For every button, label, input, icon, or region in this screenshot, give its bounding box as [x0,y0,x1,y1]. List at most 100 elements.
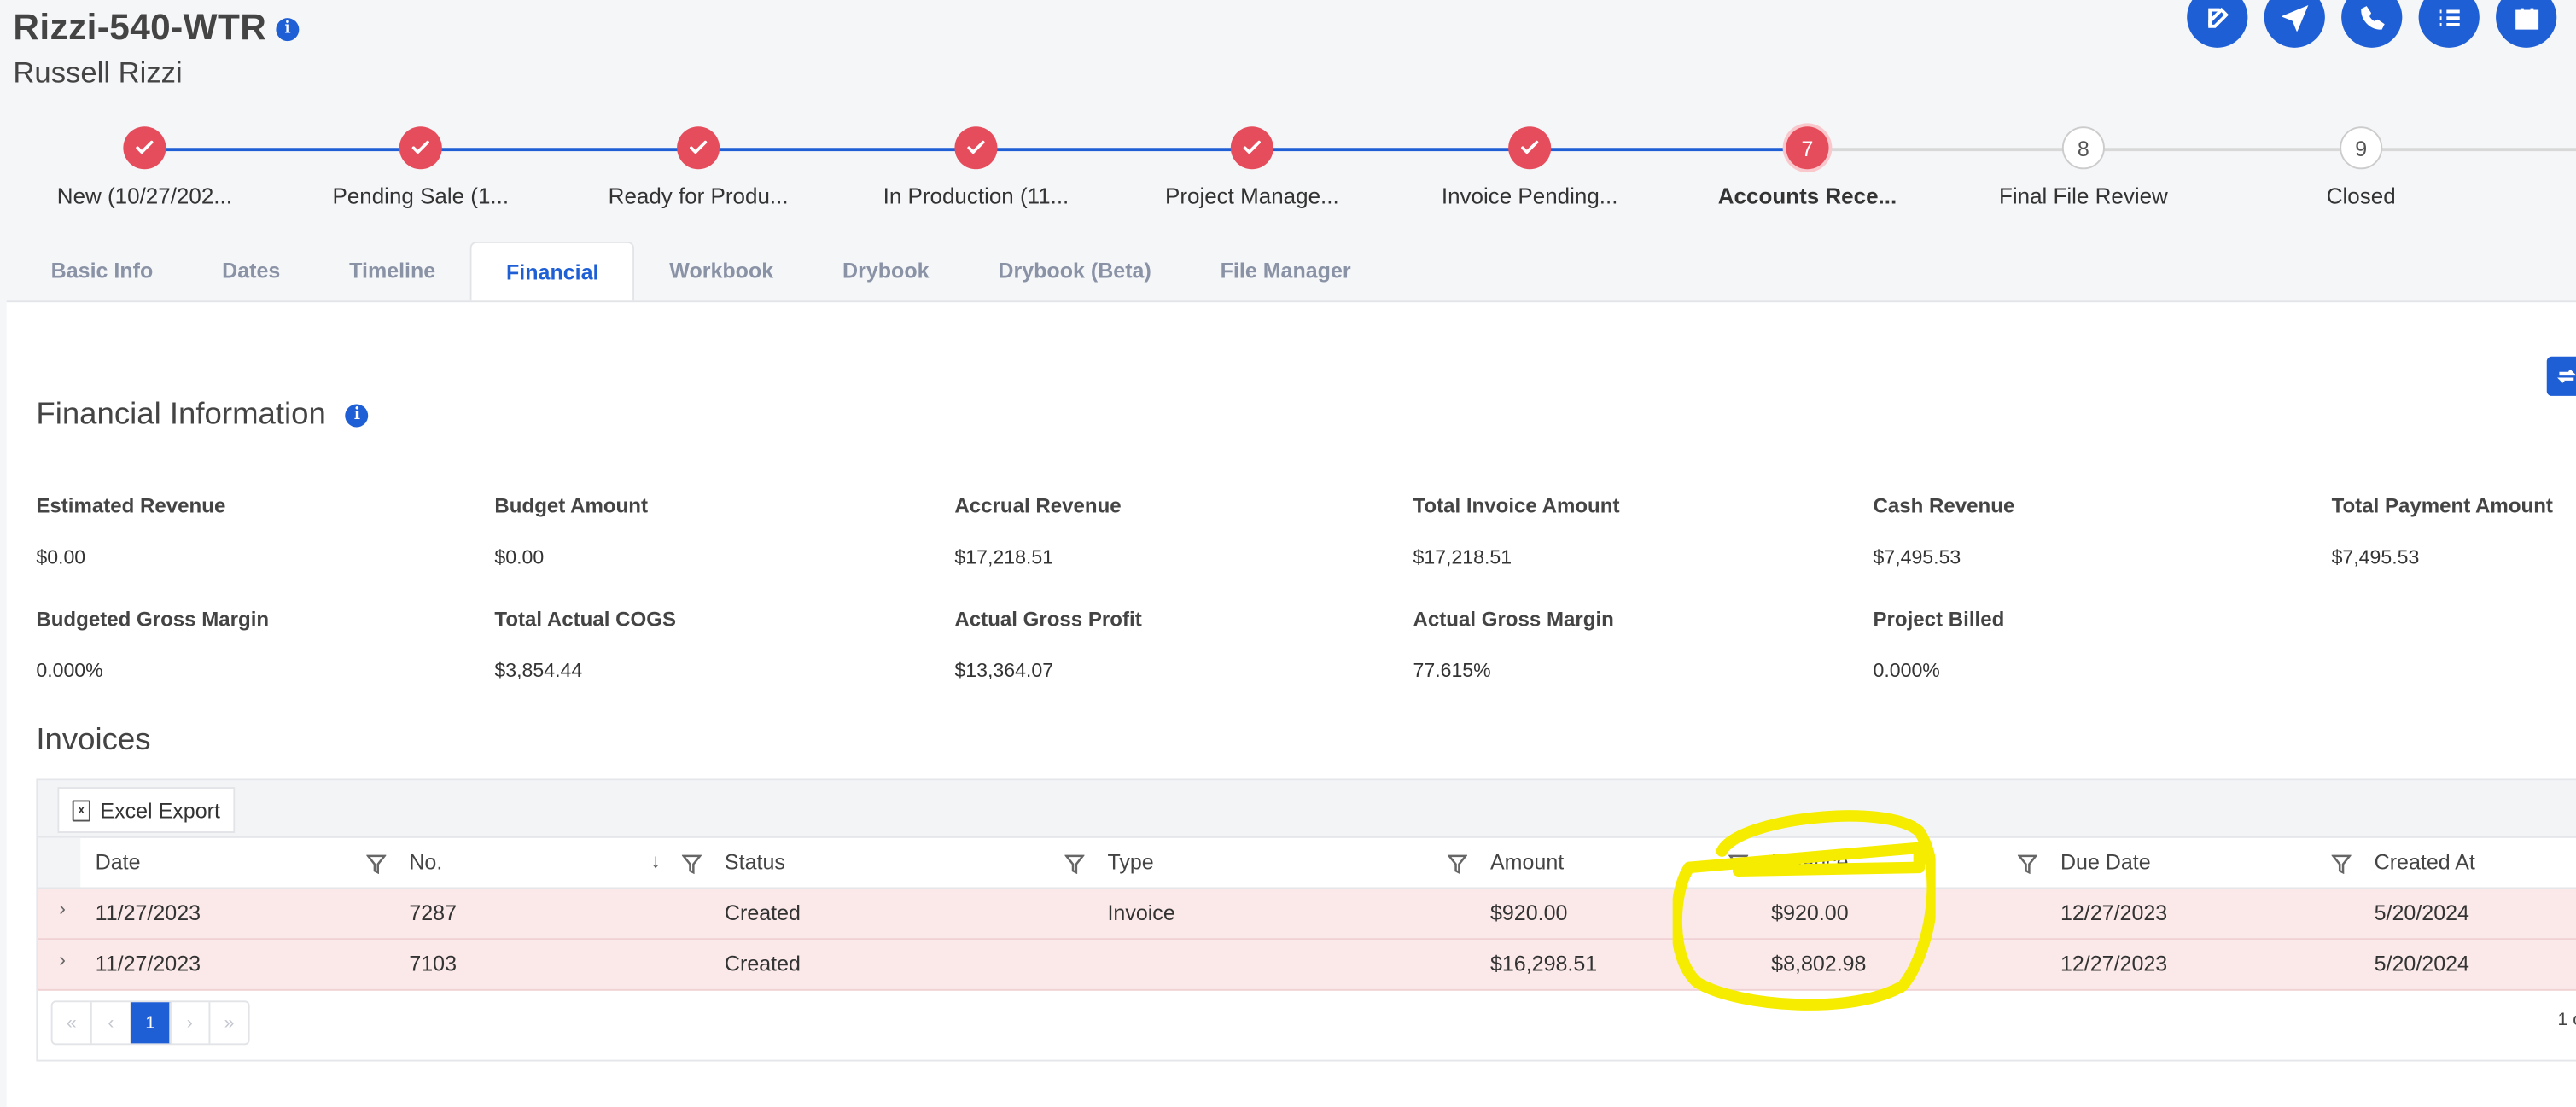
step-5[interactable]: Project Manage... [1114,125,1390,208]
metric-budgeted-gross-margin: Budgeted Gross Margin 0.000% [36,608,480,682]
filter-icon[interactable] [366,854,386,874]
column-header-type[interactable]: Type [1107,849,1153,874]
table-row[interactable]: › 11/27/2023 7287 Created Invoice $920.0… [38,889,2576,940]
filter-icon[interactable] [2332,854,2352,874]
step-7[interactable]: 7Accounts Rece... [1670,125,1945,208]
phone-button[interactable] [2341,0,2402,48]
cell-no: 7103 [409,952,457,976]
pager-last-button[interactable]: » [210,1002,248,1043]
metric-label: Total Actual COGS [494,608,938,631]
column-header-due-date[interactable]: Due Date [2060,849,2151,874]
send-button[interactable] [2264,0,2325,48]
metric-label: Project Billed [1874,608,2317,631]
tab-timeline[interactable]: Timeline [315,242,470,300]
metric-accrual-revenue: Accrual Revenue $17,218.51 [954,494,1398,568]
checkmark-icon [399,126,442,169]
calendar-button[interactable] [2496,0,2556,48]
metric-estimated-revenue: Estimated Revenue $0.00 [36,494,480,568]
metric-value: $17,218.51 [1413,545,1857,568]
step-1[interactable]: New (10/27/202... [7,125,283,208]
tab-drybook-beta[interactable]: Drybook (Beta) [964,242,1186,300]
column-header-amount[interactable]: Amount [1490,849,1564,874]
metric-project-billed: Project Billed 0.000% [1874,608,2317,682]
filter-icon[interactable] [682,854,702,874]
metric-cash-revenue: Cash Revenue $7,495.53 [1874,494,2317,568]
table-row[interactable]: › 11/27/2023 7103 Created $16,298.51 $8,… [38,940,2576,991]
excel-export-button[interactable]: x Excel Export [57,787,235,833]
step-3[interactable]: Ready for Produ... [560,125,836,208]
financial-panel: Financial Informationi Estimated Revenue… [7,300,2576,1107]
metric-label: Budget Amount [494,494,938,517]
chevron-right-icon[interactable]: › [59,948,66,971]
tab-dates[interactable]: Dates [188,242,315,300]
metric-label: Actual Gross Profit [954,608,1398,631]
cell-type: Invoice [1107,900,1174,925]
column-header-balance[interactable]: Balance [1771,849,1848,874]
tab-workbook[interactable]: Workbook [635,242,808,300]
status-stepper: New (10/27/202...Pending Sale (1...Ready… [0,125,2576,223]
column-header-status[interactable]: Status [725,849,785,874]
step-label: In Production (11... [838,184,1114,209]
checkmark-icon [1508,126,1551,169]
cell-status: Created [725,952,801,976]
metric-value: $7,495.53 [2332,545,2576,568]
step-8[interactable]: 8Final File Review [1945,125,2221,208]
tab-basic-info[interactable]: Basic Info [16,242,187,300]
pager-next-button[interactable]: › [171,1002,210,1043]
metric-total-invoice-amount: Total Invoice Amount $17,218.51 [1413,494,1857,568]
metric-value: $3,854.44 [494,659,938,682]
job-title: Rizzi-540-WTRi [13,7,299,50]
metric-label: Total Payment Amount [2332,494,2576,517]
financial-info-icon[interactable]: i [346,405,369,428]
step-9[interactable]: 9Closed [2223,125,2499,208]
header-actions [2187,0,2556,48]
metric-value: 0.000% [1874,659,2317,682]
calendar-icon [2513,4,2539,31]
cell-created-at: 5/20/2024 [2375,952,2469,976]
pager-page-button[interactable]: 1 [131,1002,171,1043]
metric-label: Cash Revenue [1874,494,2317,517]
phone-icon [2358,4,2385,31]
step-label: Ready for Produ... [560,184,836,209]
step-label: Closed [2223,184,2499,209]
sort-desc-icon[interactable]: ↓ [650,849,661,872]
metric-value: 77.615% [1413,659,1857,682]
cell-due-date: 12/27/2023 [2060,952,2167,976]
checkmark-icon [954,126,997,169]
step-label: Project Manage... [1114,184,1390,209]
checklist-button[interactable] [2419,0,2480,48]
tab-drybook[interactable]: Drybook [808,242,964,300]
filter-icon[interactable] [1728,854,1748,874]
step-2[interactable]: Pending Sale (1... [283,125,558,208]
column-header-date[interactable]: Date [96,849,141,874]
pager-prev-button[interactable]: ‹ [92,1002,131,1043]
sync-button[interactable] [2547,357,2576,396]
checklist-icon [2436,4,2462,31]
step-number: 8 [2062,126,2105,169]
grid-toolbar: x Excel Export [38,780,2576,837]
metric-budget-amount: Budget Amount $0.00 [494,494,938,568]
tab-file-manager[interactable]: File Manager [1186,242,1385,300]
metric-label: Total Invoice Amount [1413,494,1857,517]
column-header-no[interactable]: No. [409,849,442,874]
grid-header: Date No. ↓ Status Type Amount Balance Du… [38,838,2576,889]
filter-icon[interactable] [2018,854,2037,874]
column-header-created-at[interactable]: Created At [2375,849,2475,874]
step-label: Invoice Pending... [1391,184,1667,209]
pager-first-button[interactable]: « [53,1002,92,1043]
tab-financial[interactable]: Financial [470,242,635,302]
edit-icon [2204,4,2230,31]
info-icon[interactable]: i [277,19,300,42]
step-4[interactable]: In Production (11... [838,125,1114,208]
invoices-grid: x Excel Export Date No. ↓ Status Type Am… [36,778,2576,1061]
excel-export-label: Excel Export [100,798,219,823]
filter-icon[interactable] [1064,854,1084,874]
cell-balance: $8,802.98 [1771,952,1866,976]
step-label: Pending Sale (1... [283,184,558,209]
chevron-right-icon[interactable]: › [59,897,66,920]
metric-label: Estimated Revenue [36,494,480,517]
step-6[interactable]: Invoice Pending... [1391,125,1667,208]
filter-icon[interactable] [1448,854,1467,874]
edit-button[interactable] [2187,0,2247,48]
metric-label: Actual Gross Margin [1413,608,1857,631]
